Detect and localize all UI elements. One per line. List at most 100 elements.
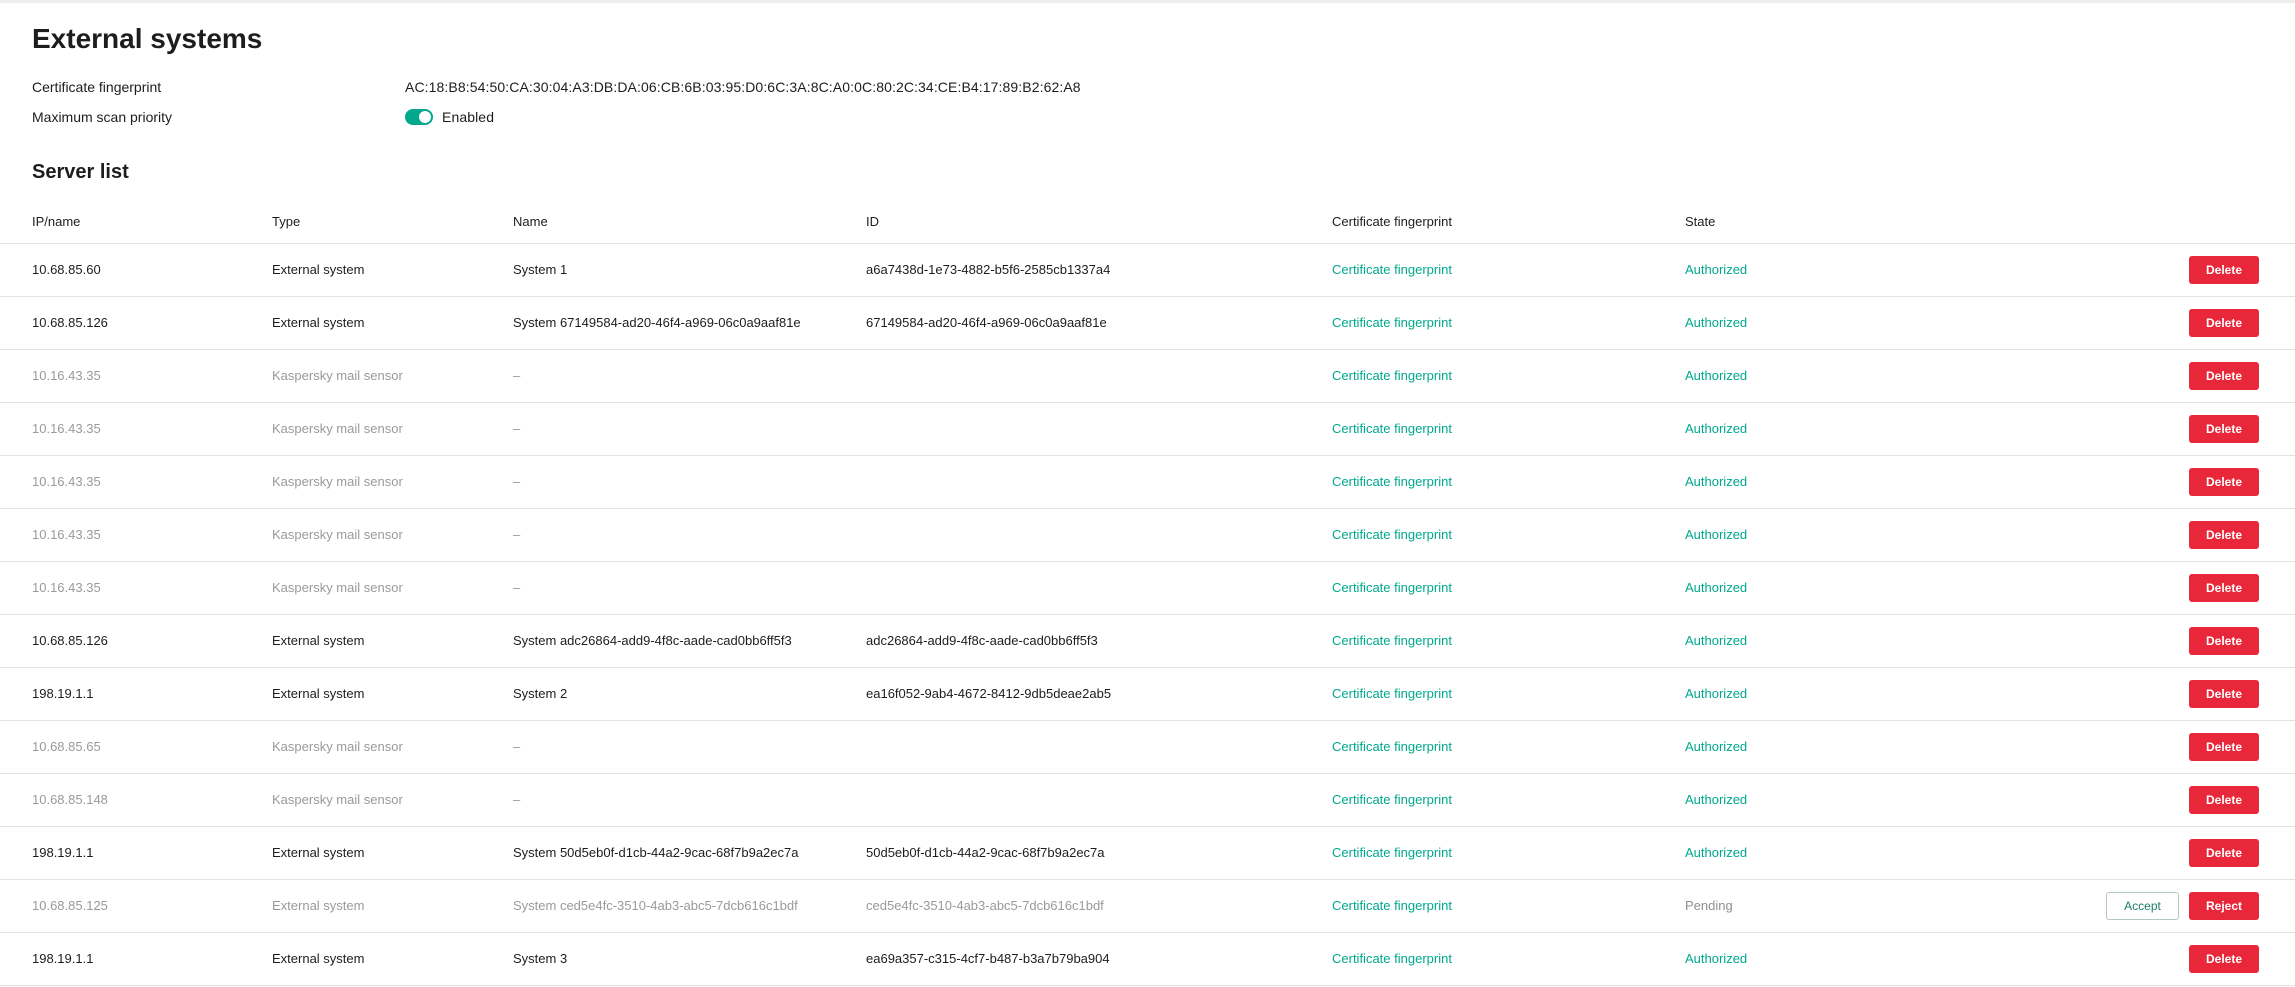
row-ip: 10.68.85.65 <box>32 739 101 754</box>
delete-button[interactable]: Delete <box>2189 680 2259 708</box>
column-header-type[interactable]: Type <box>272 214 300 230</box>
delete-button[interactable]: Delete <box>2189 521 2259 549</box>
fingerprint-link[interactable]: Certificate fingerprint <box>1332 686 1452 702</box>
table-row[interactable]: 10.16.43.35 Kaspersky mail sensor – Certifi… <box>0 509 2295 562</box>
row-name: – <box>513 739 521 754</box>
table-row[interactable]: 10.68.85.126 External system System adc268… <box>0 615 2295 668</box>
accept-button[interactable]: Accept <box>2106 892 2179 920</box>
row-state: Authorized <box>1685 845 1748 860</box>
row-id: 50d5eb0f-d1cb-44a2-9cac-68f7b9a2ec7a <box>866 845 1105 860</box>
row-actions: Delete <box>2189 362 2259 390</box>
row-id: 67149584-ad20-46f4-a969-06c0a9aaf81e <box>866 315 1107 330</box>
table-row[interactable]: 198.19.1.1 External system System 2 ea16f05… <box>0 668 2295 721</box>
row-actions: Delete <box>2189 415 2259 443</box>
delete-button[interactable]: Delete <box>2189 786 2259 814</box>
row-type: External system <box>272 845 365 860</box>
column-header-ip[interactable]: IP/name <box>32 214 80 230</box>
row-actions: Delete <box>2189 521 2259 549</box>
page-title: External systems <box>32 23 263 54</box>
toggle-knob <box>419 111 431 123</box>
row-type: Kaspersky mail sensor <box>272 421 403 436</box>
column-header-name[interactable]: Name <box>513 214 548 230</box>
delete-button[interactable]: Delete <box>2189 733 2259 761</box>
row-name: System 1 <box>513 262 568 277</box>
row-state: Authorized <box>1685 951 1748 966</box>
row-id: ea16f052-9ab4-4672-8412-9db5deae2ab5 <box>866 686 1112 701</box>
row-type: Kaspersky mail sensor <box>272 368 403 383</box>
row-ip: 10.68.85.126 <box>32 633 108 648</box>
row-name: – <box>513 792 521 807</box>
row-name: System 3 <box>513 951 568 966</box>
delete-button[interactable]: Delete <box>2189 574 2259 602</box>
fingerprint-link[interactable]: Certificate fingerprint <box>1332 633 1452 649</box>
row-name: System 50d5eb0f-d1cb-44a2-9cac-68f7b9a2e… <box>513 845 799 860</box>
fingerprint-link[interactable]: Certificate fingerprint <box>1332 315 1452 331</box>
reject-button[interactable]: Reject <box>2189 892 2259 920</box>
table-row[interactable]: 10.68.85.60 External system System 1 a6a743… <box>0 244 2295 297</box>
row-name: – <box>513 368 521 383</box>
row-type: Kaspersky mail sensor <box>272 739 403 754</box>
column-header-state[interactable]: State <box>1685 214 1715 230</box>
row-type: Kaspersky mail sensor <box>272 474 403 489</box>
row-actions: Delete <box>2189 945 2259 973</box>
top-divider <box>0 0 2295 3</box>
row-type: Kaspersky mail sensor <box>272 580 403 595</box>
fingerprint-link[interactable]: Certificate fingerprint <box>1332 527 1452 543</box>
table-row[interactable]: 10.16.43.35 Kaspersky mail sensor – Certifi… <box>0 403 2295 456</box>
row-type: Kaspersky mail sensor <box>272 527 403 542</box>
row-actions: Delete <box>2189 627 2259 655</box>
row-type: External system <box>272 898 365 913</box>
scan-priority-value: Enabled <box>442 109 495 125</box>
row-name: System 2 <box>513 686 568 701</box>
table-row[interactable]: 10.16.43.35 Kaspersky mail sensor – Certifi… <box>0 456 2295 509</box>
row-name: System 67149584-ad20-46f4-a969-06c0a9aaf… <box>513 315 801 330</box>
table-row[interactable]: 10.68.85.126 External system System 671495… <box>0 297 2295 350</box>
table-row[interactable]: 10.68.85.125 External system System ced5e4… <box>0 880 2295 933</box>
table-row[interactable]: 198.19.1.1 External system System 50d5eb0f… <box>0 827 2295 880</box>
certificate-fingerprint-setting: Certificate fingerprint AC:18:B8:54:50:C… <box>32 76 1081 98</box>
scan-priority-setting: Maximum scan priority Enabled <box>32 106 494 128</box>
scan-priority-toggle[interactable] <box>405 109 433 125</box>
column-header-id[interactable]: ID <box>866 214 879 230</box>
delete-button[interactable]: Delete <box>2189 627 2259 655</box>
fingerprint-link[interactable]: Certificate fingerprint <box>1332 792 1452 808</box>
delete-button[interactable]: Delete <box>2189 468 2259 496</box>
fingerprint-link[interactable]: Certificate fingerprint <box>1332 474 1452 490</box>
row-actions: Delete <box>2189 574 2259 602</box>
fingerprint-link[interactable]: Certificate fingerprint <box>1332 898 1452 914</box>
row-state: Authorized <box>1685 739 1748 754</box>
row-state: Authorized <box>1685 633 1748 648</box>
fingerprint-link[interactable]: Certificate fingerprint <box>1332 580 1452 596</box>
server-table: IP/name Type Name ID Certificate fingerp… <box>0 207 2295 986</box>
row-type: External system <box>272 633 365 648</box>
row-state: Pending <box>1685 898 1733 913</box>
fingerprint-link[interactable]: Certificate fingerprint <box>1332 845 1452 861</box>
row-ip: 10.16.43.35 <box>32 474 101 489</box>
row-id: ea69a357-c315-4cf7-b487-b3a7b79ba904 <box>866 951 1110 966</box>
row-name: – <box>513 580 521 595</box>
fingerprint-link[interactable]: Certificate fingerprint <box>1332 368 1452 384</box>
row-actions: Delete <box>2189 309 2259 337</box>
table-row[interactable]: 10.16.43.35 Kaspersky mail sensor – Certifi… <box>0 562 2295 615</box>
fingerprint-link[interactable]: Certificate fingerprint <box>1332 739 1452 755</box>
table-row[interactable]: 10.68.85.148 Kaspersky mail sensor – Certif… <box>0 774 2295 827</box>
row-name: System adc26864-add9-4f8c-aade-cad0bb6ff… <box>513 633 792 648</box>
table-row[interactable]: 10.16.43.35 Kaspersky mail sensor – Certifi… <box>0 350 2295 403</box>
fingerprint-link[interactable]: Certificate fingerprint <box>1332 951 1452 967</box>
row-state: Authorized <box>1685 527 1748 542</box>
row-id: adc26864-add9-4f8c-aade-cad0bb6ff5f3 <box>866 633 1098 648</box>
row-type: Kaspersky mail sensor <box>272 792 403 807</box>
row-ip: 10.16.43.35 <box>32 580 101 595</box>
delete-button[interactable]: Delete <box>2189 839 2259 867</box>
table-row[interactable]: 198.19.1.1 External system System 3 ea69a35… <box>0 933 2295 986</box>
fingerprint-link[interactable]: Certificate fingerprint <box>1332 262 1452 278</box>
scan-priority-toggle-wrap: Enabled <box>405 109 494 125</box>
table-row[interactable]: 10.68.85.65 Kaspersky mail sensor – Certifi… <box>0 721 2295 774</box>
delete-button[interactable]: Delete <box>2189 362 2259 390</box>
delete-button[interactable]: Delete <box>2189 945 2259 973</box>
delete-button[interactable]: Delete <box>2189 309 2259 337</box>
column-header-fingerprint[interactable]: Certificate fingerprint <box>1332 214 1452 230</box>
fingerprint-link[interactable]: Certificate fingerprint <box>1332 421 1452 437</box>
delete-button[interactable]: Delete <box>2189 256 2259 284</box>
delete-button[interactable]: Delete <box>2189 415 2259 443</box>
